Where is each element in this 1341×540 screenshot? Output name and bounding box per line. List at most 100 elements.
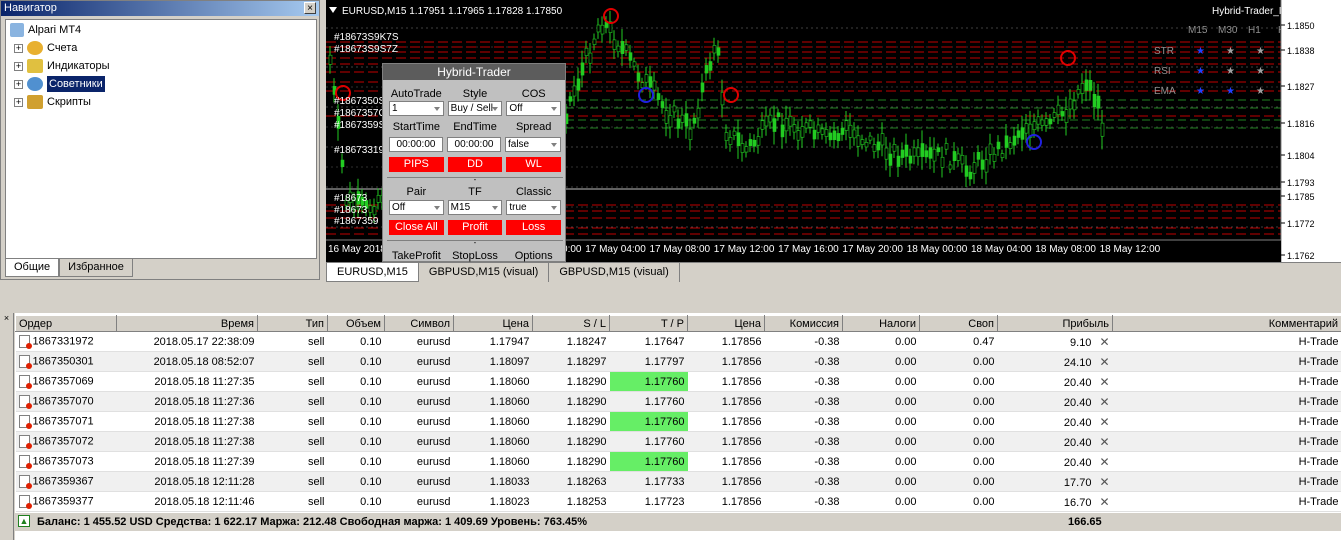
autotrade-select[interactable]: 1 [389, 101, 444, 116]
expand-icon[interactable]: + [14, 97, 23, 107]
table-cell: 0.00 [842, 451, 920, 472]
column-header[interactable]: T / P [609, 315, 688, 332]
tree-item-accounts[interactable]: + Счета [14, 40, 77, 56]
time-label: 17 May 04:00 [585, 244, 646, 255]
profit-cell: 17.70 ✕ [997, 471, 1113, 492]
expand-icon[interactable]: + [14, 43, 23, 53]
table-cell: 0.00 [842, 351, 920, 372]
tree-item-scripts[interactable]: + Скрипты [14, 94, 91, 110]
candle-body [964, 165, 969, 177]
profit-button[interactable]: Profit [447, 220, 503, 235]
loss-button[interactable]: Loss [506, 220, 562, 235]
tree-item-experts[interactable]: + Советники [14, 76, 105, 92]
column-header[interactable]: Своп [919, 315, 998, 332]
close-order-icon[interactable]: ✕ [1091, 355, 1109, 369]
column-header[interactable]: Прибыль [997, 315, 1113, 332]
table-cell: 2018.05.17 22:38:09 [116, 331, 258, 352]
close-icon[interactable]: × [4, 313, 9, 323]
tf-select[interactable]: M15 [447, 200, 503, 215]
column-header[interactable]: Символ [384, 315, 454, 332]
table-row[interactable]: 1867357071 2018.05.18 11:27:38 sell 0.10 eur… [15, 411, 1341, 432]
column-header[interactable]: Ордер [15, 315, 117, 332]
table-row[interactable]: 1867350301 2018.05.18 08:52:07 sell 0.10 eur… [15, 351, 1341, 372]
column-header[interactable]: S / L [532, 315, 610, 332]
expand-icon[interactable]: + [14, 61, 23, 71]
close-order-icon[interactable]: ✕ [1091, 415, 1109, 429]
table-row[interactable]: 1867357073 2018.05.18 11:27:39 sell 0.10 eur… [15, 451, 1341, 472]
order-cell: 1867359367 [15, 471, 117, 492]
pips-button[interactable]: PIPS [389, 157, 444, 172]
end-time-input[interactable]: 00:00:00 [447, 137, 501, 152]
table-cell: 0.00 [919, 491, 998, 512]
close-all-button[interactable]: Close All [389, 220, 444, 235]
table-cell: -0.38 [764, 371, 843, 392]
column-header[interactable]: Комиссия [764, 315, 843, 332]
chart-tab[interactable]: GBPUSD,M15 (visual) [419, 263, 550, 282]
table-row[interactable]: 1867359377 2018.05.18 12:11:46 sell 0.10 eur… [15, 491, 1341, 512]
close-order-icon[interactable]: ✕ [1091, 455, 1109, 469]
classic-select[interactable]: true [506, 200, 562, 215]
column-header[interactable]: Объем [327, 315, 385, 332]
close-order-icon[interactable]: ✕ [1091, 375, 1109, 389]
order-id: 1867357071 [32, 415, 94, 428]
candle-body [980, 159, 985, 170]
column-header[interactable]: Тип [257, 315, 328, 332]
column-header[interactable]: Время [116, 315, 258, 332]
tree-item-indicators[interactable]: + Индикаторы [14, 58, 110, 74]
tab-general[interactable]: Общие [5, 259, 60, 277]
start-time-input[interactable]: 00:00:00 [389, 137, 443, 152]
table-cell: 1.18060 [453, 411, 533, 432]
table-row[interactable]: 1867359367 2018.05.18 12:11:28 sell 0.10 eur… [15, 471, 1341, 492]
dd-button[interactable]: DD [447, 157, 503, 172]
table-cell: 0.00 [919, 431, 998, 452]
candle-body [808, 120, 813, 128]
table-cell: 0.00 [842, 331, 920, 352]
spread-select[interactable]: false [505, 137, 561, 152]
candle-body [984, 159, 989, 173]
tree-root[interactable]: Alpari MT4 [10, 22, 81, 38]
time-label: 18 May 00:00 [907, 244, 968, 255]
cos-select[interactable]: Off [506, 101, 562, 116]
close-order-icon[interactable]: ✕ [1091, 435, 1109, 449]
table-cell: eurusd [384, 471, 454, 492]
order-label: #1867359S [334, 120, 385, 131]
tf-label: M15 [1188, 25, 1208, 36]
profit-cell: 16.70 ✕ [997, 491, 1113, 512]
close-icon[interactable]: × [304, 2, 316, 14]
close-order-icon[interactable]: ✕ [1091, 495, 1109, 509]
table-row[interactable]: 1867357069 2018.05.18 11:27:35 sell 0.10 eur… [15, 371, 1341, 392]
chart-tab[interactable]: EURUSD,M15 [326, 263, 419, 282]
table-cell: 1.18097 [453, 351, 533, 372]
candle-body [736, 132, 741, 147]
table-cell: 0.00 [842, 371, 920, 392]
close-order-icon[interactable]: ✕ [1091, 335, 1109, 349]
wl-button[interactable]: WL [506, 157, 562, 172]
column-header[interactable]: Комментарий [1112, 315, 1341, 332]
order-cell: 1867357070 [15, 391, 117, 412]
orders-table: Ордер Время Тип Объем Символ Цена S / LT / P Це… [15, 315, 1341, 512]
close-order-icon[interactable]: ✕ [1091, 475, 1109, 489]
table-cell: 1.18247 [532, 331, 610, 352]
table-cell: 1.18290 [532, 451, 610, 472]
indicator-arrow: ★ [1256, 66, 1265, 77]
candle-body [712, 45, 717, 54]
expand-icon[interactable]: + [14, 79, 23, 89]
table-row[interactable]: 1867357070 2018.05.18 11:27:36 sell 0.10 eur… [15, 391, 1341, 412]
candle-body [728, 137, 733, 145]
candle-body [932, 148, 937, 162]
candle-body [696, 107, 701, 119]
table-row[interactable]: 1867331972 2018.05.17 22:38:09 sell 0.10 eur… [15, 331, 1341, 352]
style-select[interactable]: Buy / Sell [447, 101, 503, 116]
close-order-icon[interactable]: ✕ [1091, 395, 1109, 409]
pair-select[interactable]: Off [389, 200, 444, 215]
table-row[interactable]: 1867357072 2018.05.18 11:27:38 sell 0.10 eur… [15, 431, 1341, 452]
chart-tab[interactable]: GBPUSD,M15 (visual) [549, 263, 680, 282]
candle-body [612, 39, 617, 50]
tab-favorites[interactable]: Избранное [59, 259, 133, 277]
table-cell: 0.00 [842, 411, 920, 432]
column-header[interactable]: Налоги [842, 315, 920, 332]
tree-root-label: Alpari MT4 [28, 24, 82, 36]
dropdown-icon [329, 7, 337, 13]
column-header[interactable]: Цена [687, 315, 765, 332]
column-header[interactable]: Цена [453, 315, 533, 332]
